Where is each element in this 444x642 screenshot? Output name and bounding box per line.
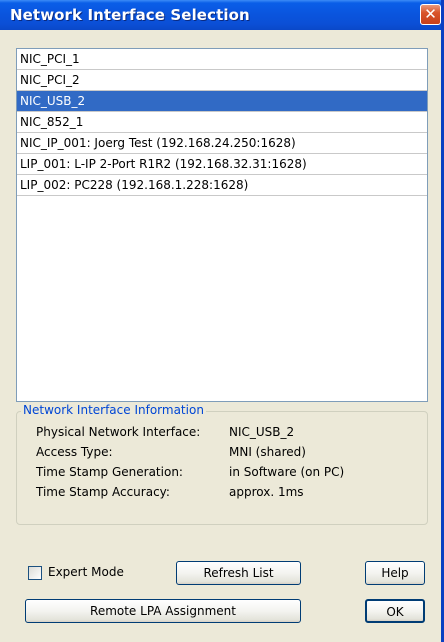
interface-list[interactable]: NIC_PCI_1 NIC_PCI_2 NIC_USB_2 NIC_852_1 … <box>16 48 428 402</box>
timestamp-generation-label: Time Stamp Generation: <box>36 465 183 479</box>
ok-button[interactable]: OK <box>365 599 425 623</box>
timestamp-generation-value: in Software (on PC) <box>229 465 345 479</box>
help-button[interactable]: Help <box>365 561 425 585</box>
physical-interface-value: NIC_USB_2 <box>229 425 295 439</box>
network-interface-dialog: Network Interface Selection ✕ NIC_PCI_1 … <box>0 0 444 642</box>
expert-mode-label[interactable]: Expert Mode <box>48 565 124 579</box>
window-title: Network Interface Selection <box>10 6 250 24</box>
list-item-nic-852-1[interactable]: NIC_852_1 <box>17 112 427 133</box>
access-type-value: MNI (shared) <box>229 445 306 459</box>
access-type-label: Access Type: <box>36 445 113 459</box>
timestamp-accuracy-label: Time Stamp Accuracy: <box>36 485 170 499</box>
help-label: Help <box>381 566 409 580</box>
physical-interface-label: Physical Network Interface: <box>36 425 201 439</box>
ok-label: OK <box>386 605 404 619</box>
remote-lpa-label: Remote LPA Assignment <box>90 604 236 618</box>
close-button[interactable]: ✕ <box>420 4 441 25</box>
info-groupbox: Network Interface Information Physical N… <box>16 403 428 525</box>
list-item-lip-002[interactable]: LIP_002: PC228 (192.168.1.228:1628) <box>17 175 427 196</box>
list-item-nic-usb-2[interactable]: NIC_USB_2 <box>17 91 427 112</box>
list-item-nic-pci-2[interactable]: NIC_PCI_2 <box>17 70 427 91</box>
list-item-nic-pci-1[interactable]: NIC_PCI_1 <box>17 49 427 70</box>
list-item-nic-ip-001[interactable]: NIC_IP_001: Joerg Test (192.168.24.250:1… <box>17 133 427 154</box>
refresh-list-label: Refresh List <box>203 566 274 580</box>
close-icon: ✕ <box>424 5 437 23</box>
expert-mode-checkbox[interactable] <box>28 566 42 580</box>
timestamp-accuracy-value: approx. 1ms <box>229 485 304 499</box>
info-group-title: Network Interface Information <box>21 403 206 417</box>
refresh-list-button[interactable]: Refresh List <box>176 561 301 585</box>
list-item-lip-001[interactable]: LIP_001: L-IP 2-Port R1R2 (192.168.32.31… <box>17 154 427 175</box>
remote-lpa-assignment-button[interactable]: Remote LPA Assignment <box>25 599 301 623</box>
title-bar[interactable]: Network Interface Selection ✕ <box>0 0 441 30</box>
